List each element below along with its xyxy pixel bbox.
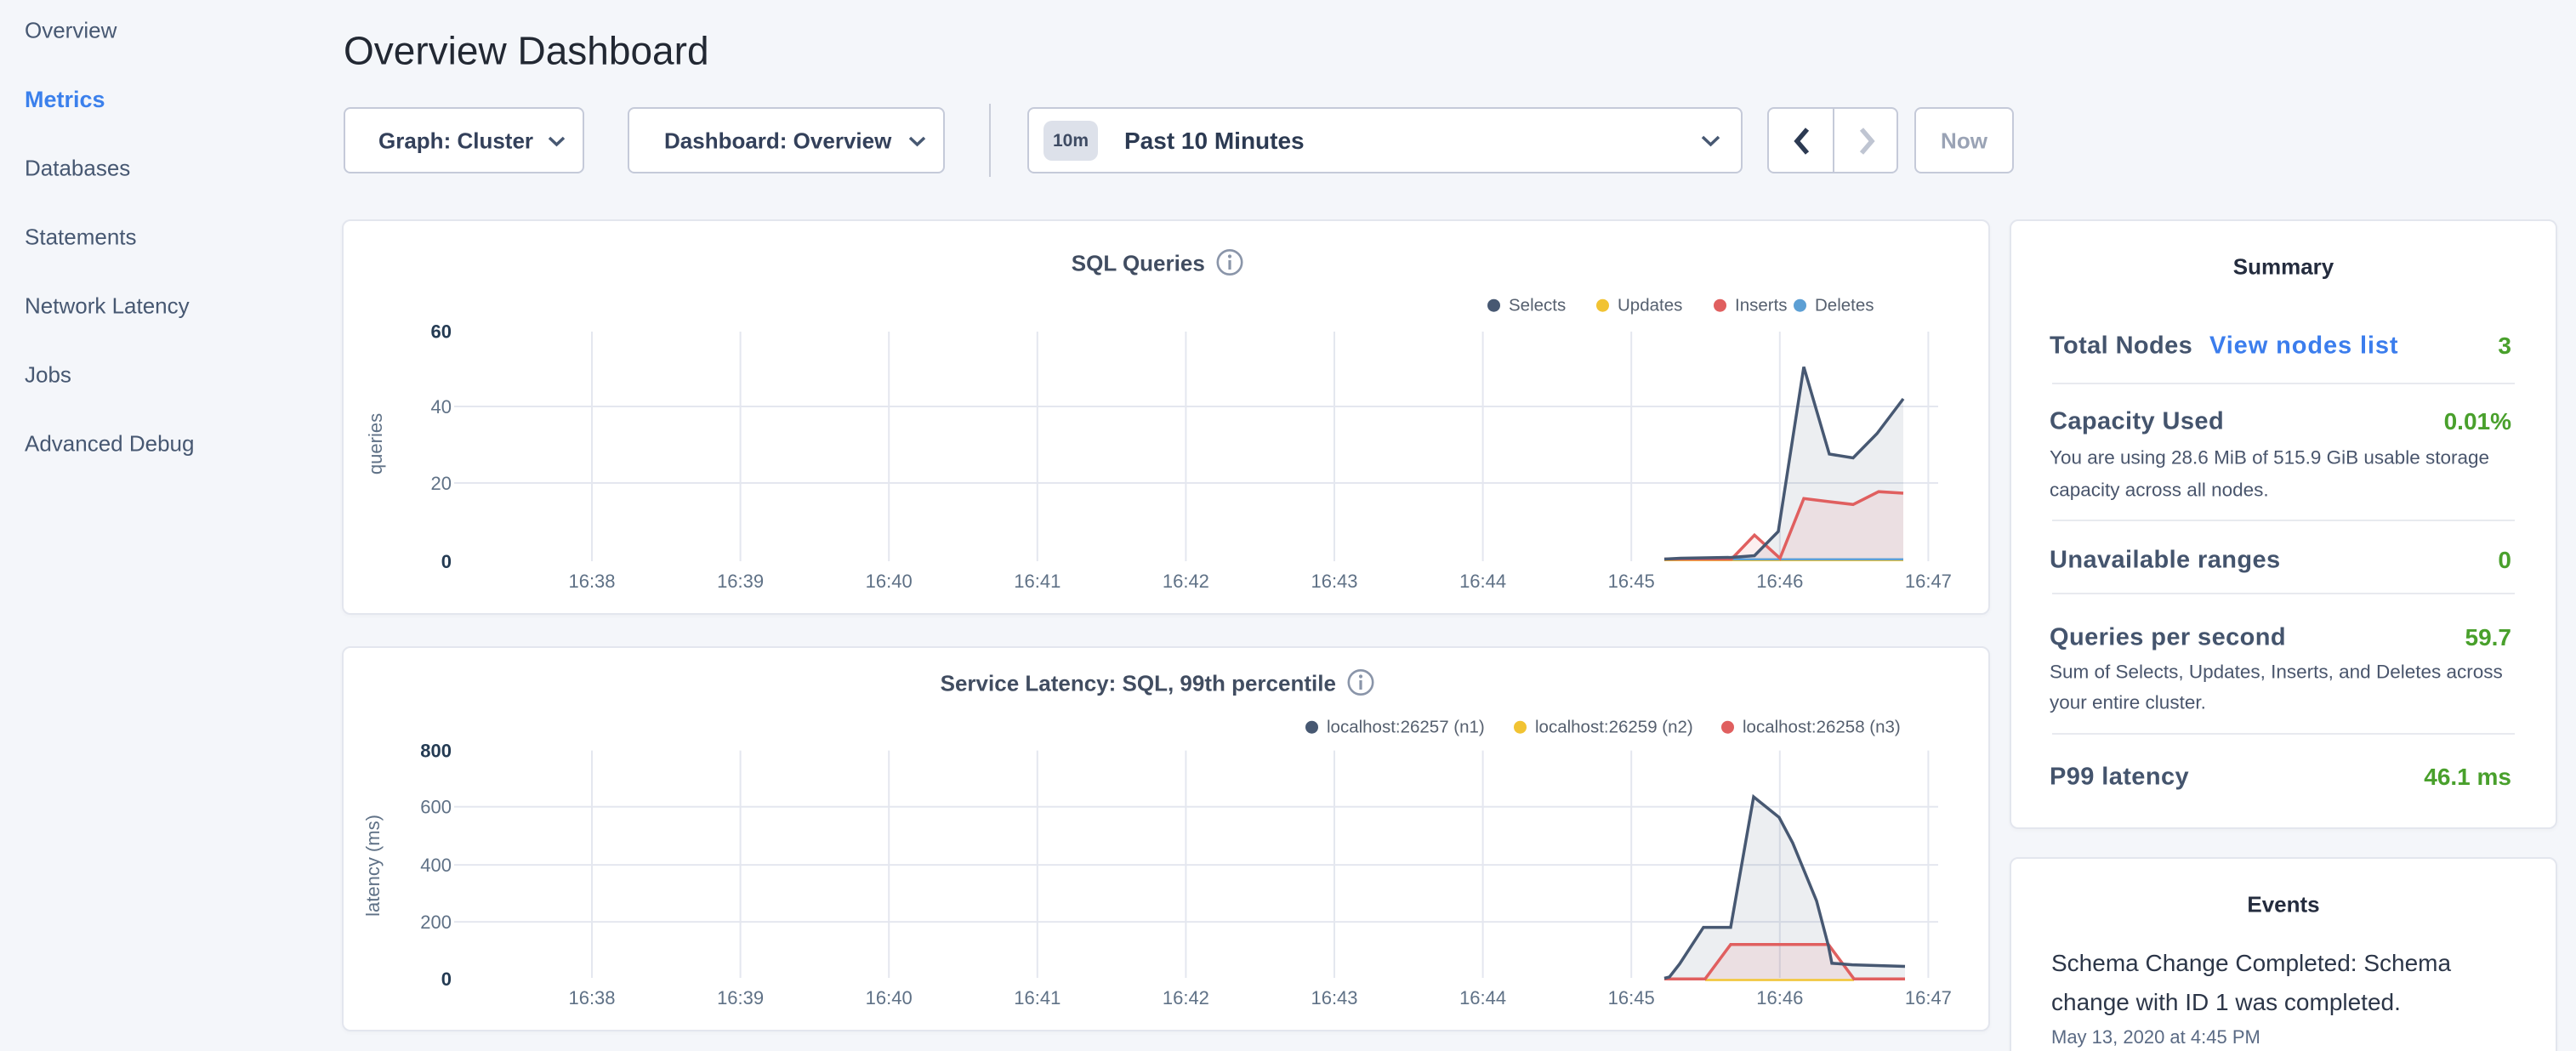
svg-text:0: 0 xyxy=(441,551,452,572)
svg-text:16:40: 16:40 xyxy=(866,571,913,592)
svg-text:latency (ms): latency (ms) xyxy=(362,815,384,917)
svg-text:600: 600 xyxy=(420,797,452,818)
svg-text:40: 40 xyxy=(431,396,452,418)
svg-text:16:43: 16:43 xyxy=(1311,987,1357,1008)
svg-text:0: 0 xyxy=(441,969,452,990)
svg-text:16:41: 16:41 xyxy=(1014,571,1061,592)
svg-text:400: 400 xyxy=(420,855,452,876)
svg-text:16:39: 16:39 xyxy=(717,987,764,1008)
svg-text:16:43: 16:43 xyxy=(1311,571,1357,592)
svg-text:16:40: 16:40 xyxy=(866,987,913,1008)
svg-text:16:38: 16:38 xyxy=(568,987,615,1008)
svg-text:16:47: 16:47 xyxy=(1905,987,1952,1008)
svg-text:20: 20 xyxy=(431,473,452,494)
svg-text:16:46: 16:46 xyxy=(1756,571,1803,592)
svg-text:16:45: 16:45 xyxy=(1608,987,1655,1008)
svg-text:16:47: 16:47 xyxy=(1905,571,1952,592)
svg-text:16:42: 16:42 xyxy=(1163,571,1209,592)
svg-text:16:46: 16:46 xyxy=(1756,987,1803,1008)
svg-text:16:41: 16:41 xyxy=(1014,987,1061,1008)
svg-text:16:42: 16:42 xyxy=(1163,987,1209,1008)
svg-text:16:39: 16:39 xyxy=(717,571,764,592)
svg-text:16:38: 16:38 xyxy=(568,571,615,592)
svg-text:60: 60 xyxy=(431,321,452,343)
svg-text:16:44: 16:44 xyxy=(1459,571,1506,592)
svg-text:queries: queries xyxy=(365,413,386,474)
svg-text:200: 200 xyxy=(420,912,452,933)
svg-text:16:45: 16:45 xyxy=(1608,571,1655,592)
svg-text:16:44: 16:44 xyxy=(1459,987,1506,1008)
svg-text:800: 800 xyxy=(420,741,452,762)
